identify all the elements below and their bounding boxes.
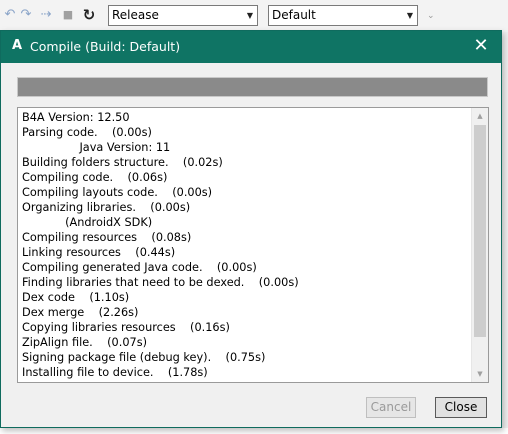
log-line: Compiling layouts code. (0.00s) [22,186,213,199]
log-line: Organizing libraries. (0.00s) [22,201,191,214]
progress-bar [17,77,488,97]
dialog-title: Compile (Build: Default) [30,39,181,54]
progress-fill [18,78,487,96]
refresh-icon[interactable]: ↻ [82,7,96,23]
log-line: ZipAlign file. (0.07s) [22,336,147,349]
back-icon[interactable]: ↶ [3,7,17,23]
cancel-button[interactable]: Cancel [366,397,416,418]
log-line: Installing file to device. (1.78s) [22,366,208,379]
log-lines: B4A Version: 12.50 Parsing code. (0.00s) … [22,110,470,380]
step-icon[interactable]: ↷ [19,7,33,23]
log-line: Dex merge (2.26s) [22,306,139,319]
scroll-up-icon[interactable]: ▲ [472,108,488,124]
build-configuration-select[interactable]: Default ▼ [268,5,418,26]
log-line: Linking resources (0.44s) [22,246,176,259]
dialog-titlebar: A Compile (Build: Default) ✕ [1,31,501,63]
log-scrollbar[interactable]: ▲ ▼ [471,108,488,382]
log-line: (AndroidX SDK) [22,216,153,229]
log-line: Compiling code. (0.06s) [22,171,168,184]
log-line: Compiling resources (0.08s) [22,231,192,244]
compile-dialog: A Compile (Build: Default) ✕ B4A Version… [0,30,502,428]
compile-log[interactable]: B4A Version: 12.50 Parsing code. (0.00s) … [17,107,489,383]
log-line: Java Version: 11 [22,141,171,154]
log-line: Parsing code. (0.00s) [22,126,152,139]
overflow-icon[interactable]: ⌄ [427,11,435,21]
b4a-app-icon: A [12,38,23,53]
ide-toolbar: ↶ ↷ ⇢ ■ ↻ Release ▼ Default ▼ ⌄ [0,0,508,32]
build-config-select[interactable]: Release ▼ [108,5,258,26]
scroll-thumb[interactable] [474,125,486,337]
stop-icon[interactable]: ■ [61,7,75,23]
close-button[interactable]: Close [435,397,487,418]
close-icon[interactable]: ✕ [471,36,491,56]
chevron-down-icon: ▼ [246,11,253,20]
forward-icon[interactable]: ⇢ [39,7,53,23]
build-config-value: Release [112,8,159,22]
log-line: B4A Version: 12.50 [22,111,130,124]
log-line: Dex code (1.10s) [22,291,130,304]
log-line: Finding libraries that need to be dexed.… [22,276,299,289]
log-line: Building folders structure. (0.02s) [22,156,223,169]
build-configuration-value: Default [272,8,316,22]
log-line: Signing package file (debug key). (0.75s… [22,351,266,364]
editor-area [0,428,508,434]
log-line: Compiling generated Java code. (0.00s) [22,261,257,274]
scroll-down-icon[interactable]: ▼ [472,366,488,382]
log-line: Copying libraries resources (0.16s) [22,321,230,334]
chevron-down-icon: ▼ [406,11,413,20]
